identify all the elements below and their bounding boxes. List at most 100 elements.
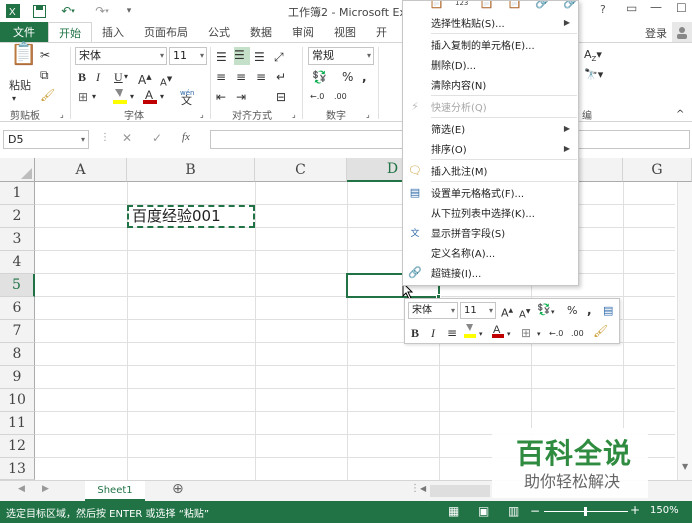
border-dropdown-icon[interactable]: ▾ <box>92 89 96 105</box>
wrap-text-icon[interactable]: ↵ <box>276 69 286 85</box>
mini-align-center-icon[interactable]: ≡ <box>447 325 457 341</box>
menu-item-clear-contents[interactable]: 清除内容(N) <box>403 74 578 94</box>
mini-bold-icon[interactable]: B <box>411 325 419 341</box>
cell-b2[interactable]: 百度经验001 <box>127 205 255 228</box>
font-color-dropdown-icon[interactable]: ▾ <box>160 89 164 105</box>
italic-icon[interactable]: I <box>96 69 100 85</box>
tab-page-layout[interactable]: 页面布局 <box>134 22 198 42</box>
row-header-4[interactable]: 4 <box>0 251 35 274</box>
align-top-icon[interactable]: ☰ <box>216 49 227 65</box>
mini-fill-color-icon[interactable] <box>463 323 477 343</box>
menu-item-sort[interactable]: 排序(O) ▶ <box>403 138 578 158</box>
normal-view-icon[interactable]: ▦ <box>448 504 459 518</box>
zoom-out-icon[interactable]: − <box>530 504 540 518</box>
row-header-6[interactable]: 6 <box>0 297 35 320</box>
collapse-ribbon-icon[interactable]: ^ <box>676 107 684 123</box>
horizontal-scrollbar[interactable] <box>430 485 490 497</box>
menu-item-filter[interactable]: 筛选(E) ▶ <box>403 118 578 138</box>
paste-option-icon[interactable]: 📋 <box>429 1 444 9</box>
row-header-7[interactable]: 7 <box>0 320 35 343</box>
percent-style-icon[interactable]: % <box>342 69 353 85</box>
vertical-scrollbar[interactable]: ▼ <box>677 182 692 480</box>
increase-font-icon[interactable]: A▲ <box>138 69 152 88</box>
menu-item-paste-special[interactable]: 选择性粘贴(S)... ▶ <box>403 12 578 32</box>
mini-decrease-font-icon[interactable]: A▼ <box>519 304 530 323</box>
mini-font-color-dropdown-icon[interactable]: ▾ <box>507 326 511 342</box>
user-avatar[interactable] <box>672 22 692 42</box>
font-size-combo[interactable]: 11 ▾ <box>169 47 207 65</box>
row-header-10[interactable]: 10 <box>0 389 35 412</box>
menu-item-hyperlink[interactable]: 🔗 超链接(I)... <box>403 262 578 282</box>
column-header-c[interactable]: C <box>255 158 347 182</box>
clipboard-launcher-icon[interactable]: ⌟ <box>60 107 64 123</box>
mini-font-color-icon[interactable]: A <box>491 323 505 343</box>
mini-decrease-decimal-icon[interactable]: .00 <box>571 326 584 342</box>
bold-icon[interactable]: B <box>78 69 86 85</box>
add-sheet-icon[interactable]: ⊕ <box>172 481 184 497</box>
column-header-g[interactable]: G <box>623 158 692 182</box>
minimize-icon[interactable]: — <box>650 0 662 14</box>
row-header-9[interactable]: 9 <box>0 366 35 389</box>
number-launcher-icon[interactable]: ⌟ <box>366 107 370 123</box>
mini-increase-decimal-icon[interactable]: ←.0 <box>549 326 563 342</box>
font-launcher-icon[interactable]: ⌟ <box>200 107 204 123</box>
zoom-slider-thumb[interactable] <box>584 507 587 516</box>
mini-font-size-combo[interactable]: 11 ▾ <box>460 302 496 319</box>
align-bottom-icon[interactable]: ☰ <box>254 49 265 65</box>
cut-icon[interactable]: ✂ <box>40 47 50 63</box>
mini-border-icon[interactable]: ⊞ <box>521 325 531 341</box>
mini-format-painter-icon[interactable]: 🖌 <box>593 323 608 339</box>
decrease-decimal-icon[interactable]: .00 <box>334 89 347 105</box>
qat-customize-icon[interactable]: ▾ <box>120 2 138 20</box>
decrease-indent-icon[interactable]: ⇤ <box>216 89 226 105</box>
underline-icon[interactable]: U <box>114 69 123 85</box>
tab-developer[interactable]: 开 <box>366 22 397 42</box>
fill-color-dropdown-icon[interactable]: ▾ <box>130 89 134 105</box>
menu-item-show-phonetic[interactable]: 文 显示拼音字段(S) <box>403 222 578 242</box>
comma-style-icon[interactable]: , <box>362 69 367 85</box>
menu-item-insert-comment[interactable]: 🗨 插入批注(M) <box>403 160 578 180</box>
row-header-13[interactable]: 13 <box>0 458 35 480</box>
cancel-entry-icon[interactable]: ✕ <box>122 131 132 145</box>
align-right-icon[interactable]: ≡ <box>256 69 266 85</box>
name-box[interactable]: D5 ▾ <box>3 130 89 149</box>
mini-comma-button[interactable]: , <box>587 302 592 318</box>
confirm-entry-icon[interactable]: ✓ <box>152 131 162 145</box>
fill-color-icon[interactable] <box>112 87 128 109</box>
alignment-launcher-icon[interactable]: ⌟ <box>292 107 296 123</box>
increase-decimal-icon[interactable]: ←.0 <box>310 89 324 105</box>
mini-percent-button[interactable]: % <box>567 303 577 319</box>
mini-format-table-icon[interactable]: ▤ <box>603 303 613 319</box>
redo-icon[interactable]: ↷ ▾ <box>90 2 114 20</box>
tab-review[interactable]: 审阅 <box>282 22 324 42</box>
merge-center-icon[interactable]: ⊟ <box>276 89 286 105</box>
undo-icon[interactable]: ↶ ▾ <box>56 2 80 20</box>
copy-icon[interactable]: ⧉ <box>40 67 49 83</box>
menu-item-format-cells[interactable]: ▤ 设置单元格格式(F)... <box>403 182 578 202</box>
paste-dropdown-icon[interactable]: ▾ <box>12 91 16 107</box>
tab-home[interactable]: 开始 <box>48 22 92 42</box>
menu-item-pick-from-list[interactable]: 从下拉列表中选择(K)... <box>403 202 578 222</box>
save-icon[interactable] <box>30 2 48 20</box>
orientation-icon[interactable]: ⤢ <box>274 49 284 65</box>
prev-sheet-icon[interactable]: ◀ <box>18 484 25 494</box>
menu-item-insert-copied-cells[interactable]: 插入复制的单元格(E)... <box>403 34 578 54</box>
maximize-icon[interactable]: ☐ <box>676 1 687 15</box>
mini-border-dropdown-icon[interactable]: ▾ <box>537 326 541 342</box>
mini-increase-font-icon[interactable]: A▲ <box>501 303 513 322</box>
scroll-left-icon[interactable]: ◀ <box>420 484 426 493</box>
zoom-in-icon[interactable]: + <box>630 503 640 517</box>
mini-accounting-dropdown-icon[interactable]: ▾ <box>551 304 555 320</box>
number-format-combo[interactable]: 常规 ▾ <box>308 47 374 65</box>
accounting-format-icon[interactable]: 💱 <box>312 69 327 85</box>
mini-font-name-combo[interactable]: 宋体 ▾ <box>408 302 458 319</box>
scroll-down-icon[interactable]: ▼ <box>682 462 688 471</box>
tab-formulas[interactable]: 公式 <box>198 22 240 42</box>
increase-indent-icon[interactable]: ⇥ <box>236 89 246 105</box>
mini-accounting-icon[interactable]: 💱 <box>537 302 551 318</box>
restore-icon[interactable]: ▭ <box>626 1 637 15</box>
paste-icon[interactable]: 📋 <box>10 44 37 66</box>
sheet-tab-sheet1[interactable]: Sheet1 <box>85 481 145 501</box>
align-middle-icon[interactable]: ☰ <box>234 47 250 65</box>
insert-function-button[interactable]: fx <box>182 131 190 143</box>
